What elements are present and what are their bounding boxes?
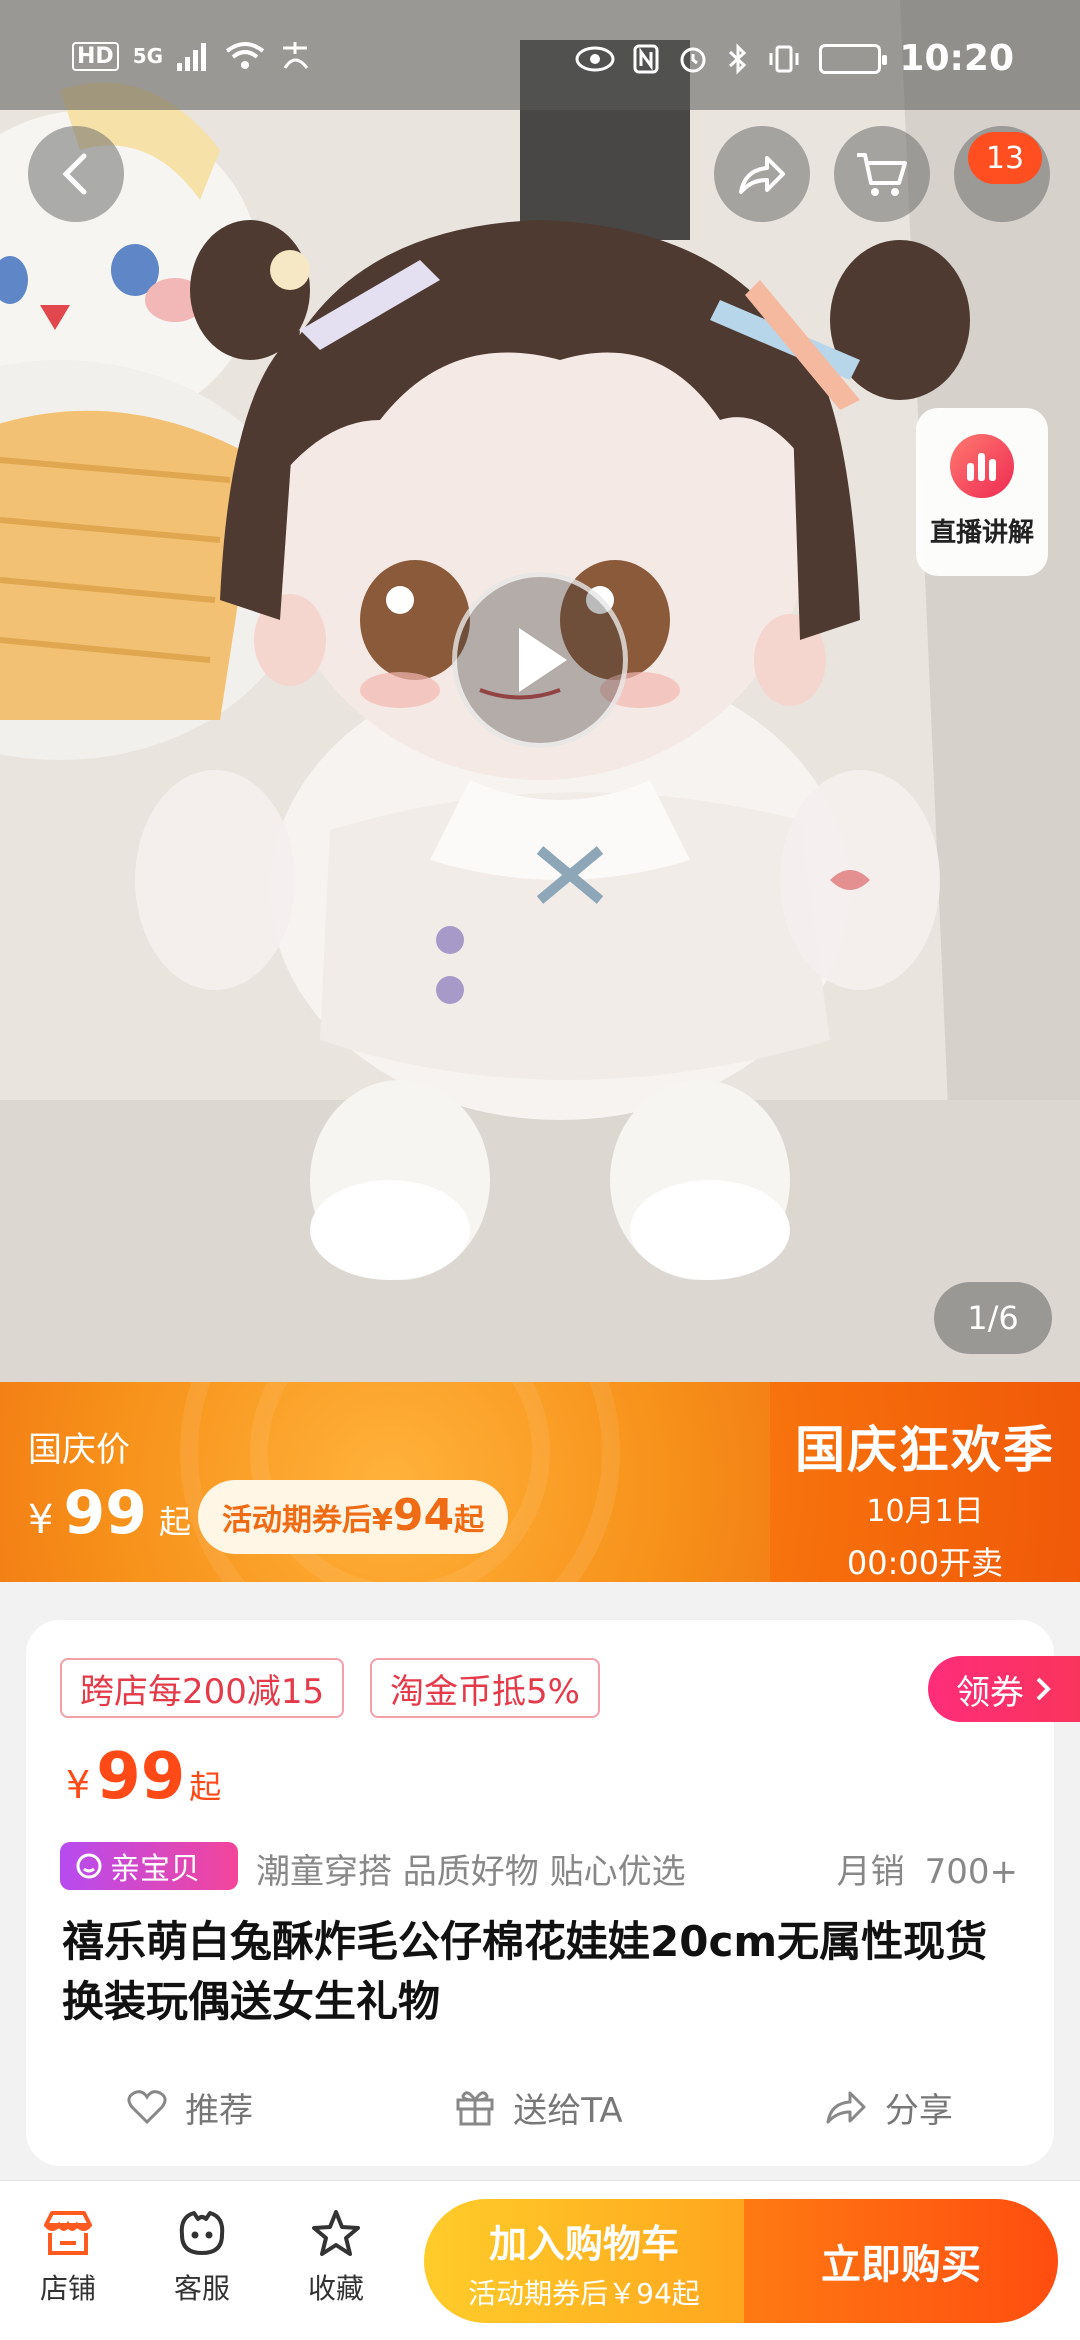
promo-price-value: 99 [63, 1478, 147, 1548]
product-price: ¥ 99 起 [66, 1740, 221, 1814]
live-explain-label: 直播讲解 [929, 518, 1034, 548]
share-arrow-icon [739, 156, 785, 194]
product-title: 禧乐萌白兔酥炸毛公仔棉花娃娃20cm无属性现货换装玩偶送女生礼物 [62, 1917, 988, 2026]
bluetooth-icon [729, 42, 747, 75]
price-value: 99 [96, 1740, 186, 1814]
monthly-sales: 月销 700+ [837, 1844, 1018, 1893]
recommend-button[interactable]: 推荐 [127, 2083, 253, 2132]
share-label: 分享 [884, 2090, 953, 2131]
share-button[interactable] [714, 126, 810, 222]
product-slogan: 潮童穿搭 品质好物 贴心优选 [256, 1852, 686, 1892]
battery-icon [819, 43, 888, 74]
favorite-label: 收藏 [307, 2272, 364, 2305]
promo-event-title: 国庆狂欢季 [795, 1421, 1055, 1479]
gift-button[interactable]: 送给TA [455, 2083, 623, 2132]
add-to-cart-button[interactable]: 加入购物车 活动期券后￥94起 [424, 2199, 744, 2323]
live-explain-button[interactable]: 直播讲解 [916, 408, 1048, 576]
price-suffix: 起 [189, 1768, 222, 1806]
back-button[interactable] [28, 126, 124, 222]
service-label: 客服 [173, 2272, 230, 2305]
alarm-icon [680, 47, 706, 72]
promo-event-date: 10月1日 [866, 1494, 984, 1529]
promo-pill-prefix: 活动期券后 [222, 1503, 372, 1538]
shop-button[interactable]: 店铺 [8, 2209, 128, 2307]
get-coupon-button[interactable]: 领券 [928, 1656, 1080, 1722]
chevron-left-icon [62, 153, 87, 195]
service-face-icon [179, 2211, 225, 2255]
tag-taojinbi[interactable]: 淘金币抵5% [370, 1658, 600, 1718]
promo-event-time: 00:00开卖 [846, 1544, 1004, 1582]
cart-count-badge: 13 [968, 132, 1042, 184]
qinbaobei-badge[interactable]: 亲宝贝 [60, 1842, 238, 1890]
get-coupon-label: 领券 [956, 1672, 1024, 1713]
price-currency: ¥ [66, 1763, 91, 1807]
wifi-icon [225, 42, 265, 69]
tag-cross-store-discount[interactable]: 跨店每200减15 [60, 1658, 345, 1718]
qinbaobei-label: 亲宝贝 [110, 1852, 200, 1887]
nfc-icon [633, 44, 659, 73]
national-day-promo-banner: 国庆价 ¥ 99 起 活动期券后 ¥ 94 起 国庆狂欢季 10月1日 00:0… [0, 1382, 1080, 1582]
product-info-card: 跨店每200减15 淘金币抵5% 领券 ¥ 99 起 亲宝贝 潮童穿搭 品质好物… [26, 1620, 1080, 2166]
promo-price-suffix: 起 [158, 1503, 191, 1541]
cart-icon [857, 153, 907, 196]
buy-now-button[interactable]: 立即购买 [744, 2199, 1058, 2323]
gift-icon [456, 2091, 494, 2126]
favorite-button[interactable]: 收藏 [276, 2209, 396, 2307]
recommend-label: 推荐 [185, 2090, 254, 2131]
bottom-action-bar: 店铺 客服 收藏 加入购物车 活动期券后￥94起 立即购买 [0, 2180, 1080, 2340]
promo-event-block: 国庆狂欢季 10月1日 00:00开卖 [770, 1382, 1080, 1582]
heart-icon [127, 2090, 167, 2125]
chevron-right-icon [1036, 1677, 1051, 1701]
promo-price: ¥ 99 起 [28, 1478, 191, 1548]
star-icon [312, 2210, 360, 2256]
cart-button[interactable] [834, 126, 930, 222]
product-image-gallery[interactable]: HD 5G 10:20 13 直播讲解 1/6 [0, 0, 1080, 1382]
promo-pill-currency: ¥ [372, 1503, 393, 1538]
image-page-indicator: 1/6 [934, 1282, 1052, 1354]
promo-currency: ¥ [28, 1497, 54, 1543]
alipay-icon [283, 42, 309, 69]
promo-coupon-price-pill: 活动期券后 ¥ 94 起 [198, 1480, 509, 1554]
share-product-button[interactable]: 分享 [825, 2083, 953, 2132]
product-actions: 推荐 送给TA 分享 [26, 2072, 1054, 2142]
gift-label: 送给TA [513, 2090, 623, 2131]
promo-pill-suffix: 起 [454, 1503, 485, 1538]
hd-indicator: HD [72, 41, 119, 71]
clock: 10:20 [899, 38, 1014, 79]
customer-service-button[interactable]: 客服 [142, 2209, 262, 2307]
network-type: 5G [132, 44, 164, 68]
add-to-cart-sublabel: 活动期券后￥94起 [468, 2277, 700, 2310]
signal-icon [177, 43, 207, 71]
live-chart-icon [950, 434, 1014, 498]
promo-pill-price: 94 [392, 1490, 455, 1541]
monthly-sales-value: 700+ [924, 1852, 1018, 1892]
shop-label: 店铺 [39, 2272, 96, 2305]
add-to-cart-label: 加入购物车 [488, 2222, 679, 2266]
vibrate-icon [769, 45, 799, 72]
qinbaobei-icon [76, 1853, 102, 1879]
shop-icon [44, 2211, 92, 2255]
status-bar: HD 5G 10:20 [0, 0, 1080, 120]
play-video-button[interactable] [452, 572, 628, 748]
play-icon [519, 628, 567, 692]
promo-price-label: 国庆价 [28, 1430, 130, 1470]
eye-icon [575, 46, 615, 71]
share-arrow-icon [826, 2091, 866, 2124]
monthly-sales-label: 月销 [836, 1852, 905, 1892]
